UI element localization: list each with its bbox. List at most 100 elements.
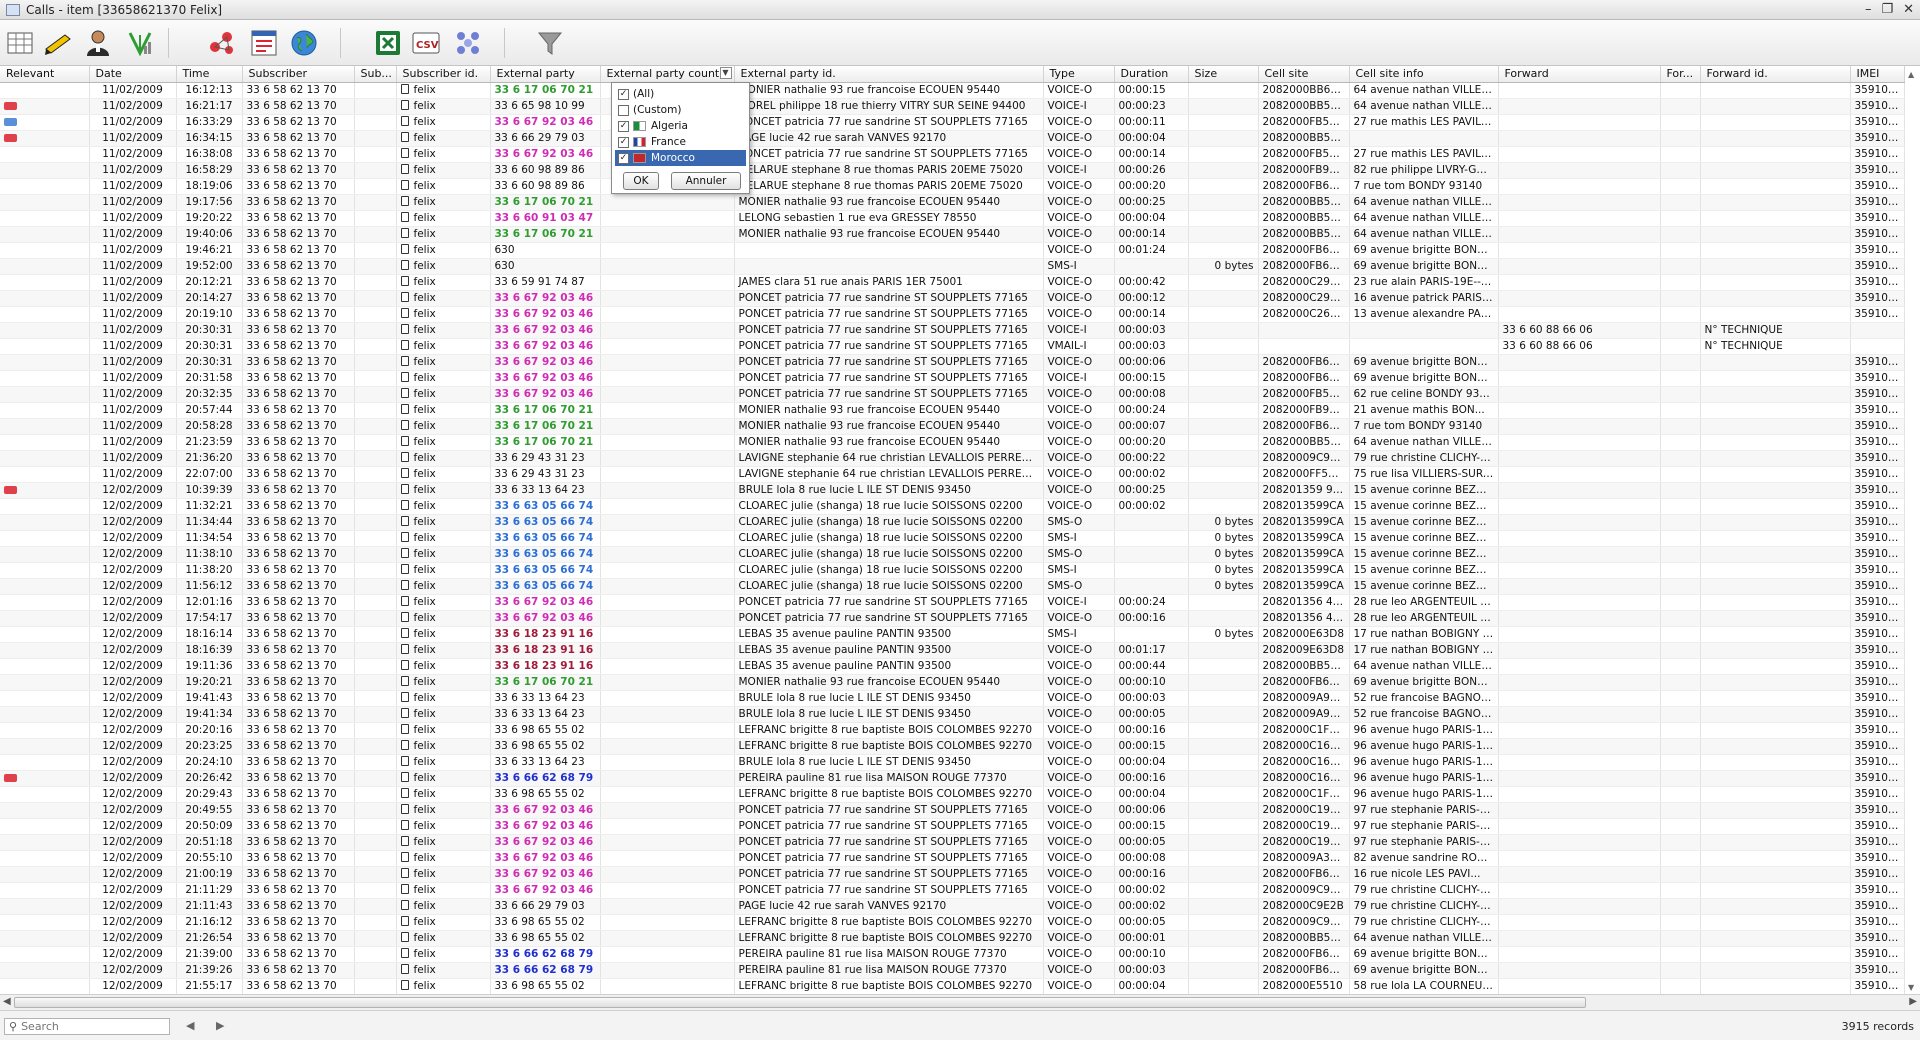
checkbox[interactable]: ✓	[618, 152, 629, 164]
table-row[interactable]: 11/02/2009 20:57:44 33 6 58 62 13 70 felix 3…	[0, 402, 1905, 419]
table-row[interactable]: 12/02/2009 20:29:43 33 6 58 62 13 70 felix 3…	[0, 786, 1905, 803]
scroll-up-icon[interactable]: ▲	[1908, 70, 1914, 79]
excel-icon[interactable]	[372, 27, 404, 59]
horizontal-scrollbar[interactable]: ◀ ▶	[0, 994, 1920, 1010]
minimize-icon[interactable]: –	[1865, 2, 1872, 17]
document-icon[interactable]	[400, 739, 409, 750]
checkbox[interactable]	[618, 104, 629, 116]
document-icon[interactable]	[400, 147, 409, 158]
document-icon[interactable]	[400, 291, 409, 302]
document-icon[interactable]	[400, 579, 409, 590]
document-icon[interactable]	[400, 211, 409, 222]
document-icon[interactable]	[400, 611, 409, 622]
document-icon[interactable]	[400, 323, 409, 334]
filter-option-algeria[interactable]: ✓ Algeria	[615, 118, 746, 134]
table-row[interactable]: 12/02/2009 19:41:43 33 6 58 62 13 70 felix 3…	[0, 690, 1905, 707]
column-header[interactable]: Cell site	[1258, 66, 1350, 83]
table-row[interactable]: 11/02/2009 21:36:20 33 6 58 62 13 70 felix 3…	[0, 450, 1905, 467]
relevant-flag-icon[interactable]	[4, 773, 17, 782]
document-icon[interactable]	[400, 259, 409, 270]
scroll-right-icon[interactable]: ▶	[1909, 996, 1917, 1007]
table-row[interactable]: 11/02/2009 20:30:31 33 6 58 62 13 70 felix 3…	[0, 322, 1905, 339]
document-icon[interactable]	[400, 835, 409, 846]
filter-icon[interactable]	[534, 27, 566, 59]
column-header[interactable]: Date	[89, 66, 177, 83]
table-row[interactable]: 11/02/2009 20:12:21 33 6 58 62 13 70 felix 3…	[0, 274, 1905, 291]
table-row[interactable]: 11/02/2009 19:17:56 33 6 58 62 13 70 felix 3…	[0, 194, 1905, 211]
table-row[interactable]: 12/02/2009 20:55:10 33 6 58 62 13 70 felix 3…	[0, 850, 1905, 867]
checkbox[interactable]: ✓	[618, 88, 629, 100]
cluster-icon[interactable]	[452, 27, 484, 59]
scrollbar-thumb[interactable]	[14, 997, 1586, 1008]
document-icon[interactable]	[400, 787, 409, 798]
table-row[interactable]: 12/02/2009 10:39:39 33 6 58 62 13 70 felix 3…	[0, 482, 1905, 499]
relevant-flag-icon[interactable]	[4, 101, 17, 110]
csv-icon[interactable]: CSV	[410, 27, 442, 59]
document-icon[interactable]	[400, 963, 409, 974]
document-icon[interactable]	[400, 403, 409, 414]
document-icon[interactable]	[400, 371, 409, 382]
column-header[interactable]: External party id.	[734, 66, 1044, 83]
filter-option-france[interactable]: ✓ France	[615, 134, 746, 150]
column-header[interactable]: IMEI	[1850, 66, 1905, 83]
document-icon[interactable]	[400, 179, 409, 190]
document-icon[interactable]	[400, 243, 409, 254]
scroll-down-icon[interactable]: ▼	[1908, 983, 1914, 992]
document-icon[interactable]	[400, 499, 409, 510]
column-header[interactable]: Forward	[1498, 66, 1661, 83]
column-header[interactable]: Type	[1043, 66, 1115, 83]
cancel-button[interactable]: Annuler	[671, 172, 741, 190]
table-row[interactable]: 11/02/2009 16:12:13 33 6 58 62 13 70 felix 3…	[0, 82, 1905, 99]
search-input[interactable]	[21, 1020, 162, 1033]
table-row[interactable]: 11/02/2009 20:30:31 33 6 58 62 13 70 felix 3…	[0, 338, 1905, 355]
table-row[interactable]: 11/02/2009 16:34:15 33 6 58 62 13 70 felix 3…	[0, 130, 1905, 147]
ok-button[interactable]: OK	[623, 172, 659, 190]
table-row[interactable]: 12/02/2009 11:34:44 33 6 58 62 13 70 felix 3…	[0, 514, 1905, 531]
column-header[interactable]: For...	[1660, 66, 1701, 83]
document-icon[interactable]	[400, 627, 409, 638]
table-row[interactable]: 12/02/2009 20:51:18 33 6 58 62 13 70 felix 3…	[0, 834, 1905, 851]
form-icon[interactable]	[248, 27, 280, 59]
table-row[interactable]: 11/02/2009 20:32:35 33 6 58 62 13 70 felix 3…	[0, 386, 1905, 403]
document-icon[interactable]	[400, 915, 409, 926]
column-header[interactable]: Cell site info	[1349, 66, 1499, 83]
document-icon[interactable]	[400, 531, 409, 542]
document-icon[interactable]	[400, 307, 409, 318]
previous-result-icon[interactable]: ◀	[186, 1019, 194, 1032]
table-row[interactable]: 12/02/2009 20:50:09 33 6 58 62 13 70 felix 3…	[0, 818, 1905, 835]
document-icon[interactable]	[400, 547, 409, 558]
highlighter-icon[interactable]	[42, 27, 74, 59]
table-row[interactable]: 11/02/2009 16:58:29 33 6 58 62 13 70 felix 3…	[0, 162, 1905, 179]
table-row[interactable]: 12/02/2009 12:01:16 33 6 58 62 13 70 felix 3…	[0, 594, 1905, 611]
table-row[interactable]: 12/02/2009 20:20:16 33 6 58 62 13 70 felix 3…	[0, 722, 1905, 739]
table-row[interactable]: 12/02/2009 11:38:10 33 6 58 62 13 70 felix 3…	[0, 546, 1905, 563]
table-row[interactable]: 12/02/2009 20:49:55 33 6 58 62 13 70 felix 3…	[0, 802, 1905, 819]
document-icon[interactable]	[400, 771, 409, 782]
table-row[interactable]: 11/02/2009 18:19:06 33 6 58 62 13 70 felix 3…	[0, 178, 1905, 195]
table-row[interactable]: 11/02/2009 20:31:58 33 6 58 62 13 70 felix 3…	[0, 370, 1905, 387]
table-row[interactable]: 11/02/2009 19:46:21 33 6 58 62 13 70 felix 6…	[0, 242, 1905, 259]
document-icon[interactable]	[400, 691, 409, 702]
filter-option-all[interactable]: ✓ (All)	[615, 86, 746, 102]
document-icon[interactable]	[400, 819, 409, 830]
table-row[interactable]: 12/02/2009 11:34:54 33 6 58 62 13 70 felix 3…	[0, 530, 1905, 547]
table-row[interactable]: 11/02/2009 20:19:10 33 6 58 62 13 70 felix 3…	[0, 306, 1905, 323]
relevant-flag-icon[interactable]	[4, 133, 17, 142]
document-icon[interactable]	[400, 867, 409, 878]
document-icon[interactable]	[400, 467, 409, 478]
document-icon[interactable]	[400, 339, 409, 350]
table-row[interactable]: 11/02/2009 16:33:29 33 6 58 62 13 70 felix 3…	[0, 114, 1905, 131]
document-icon[interactable]	[400, 483, 409, 494]
table-row[interactable]: 12/02/2009 18:16:14 33 6 58 62 13 70 felix 3…	[0, 626, 1905, 643]
column-header[interactable]: Forward id.	[1700, 66, 1851, 83]
document-icon[interactable]	[400, 419, 409, 430]
search-box[interactable]: ⚲	[4, 1018, 170, 1035]
table-row[interactable]: 11/02/2009 19:40:06 33 6 58 62 13 70 felix 3…	[0, 226, 1905, 243]
table-row[interactable]: 11/02/2009 22:07:00 33 6 58 62 13 70 felix 3…	[0, 466, 1905, 483]
restore-icon[interactable]: ❐	[1881, 2, 1893, 17]
document-icon[interactable]	[400, 899, 409, 910]
document-icon[interactable]	[400, 435, 409, 446]
document-icon[interactable]	[400, 355, 409, 366]
document-icon[interactable]	[400, 387, 409, 398]
next-result-icon[interactable]: ▶	[216, 1019, 224, 1032]
